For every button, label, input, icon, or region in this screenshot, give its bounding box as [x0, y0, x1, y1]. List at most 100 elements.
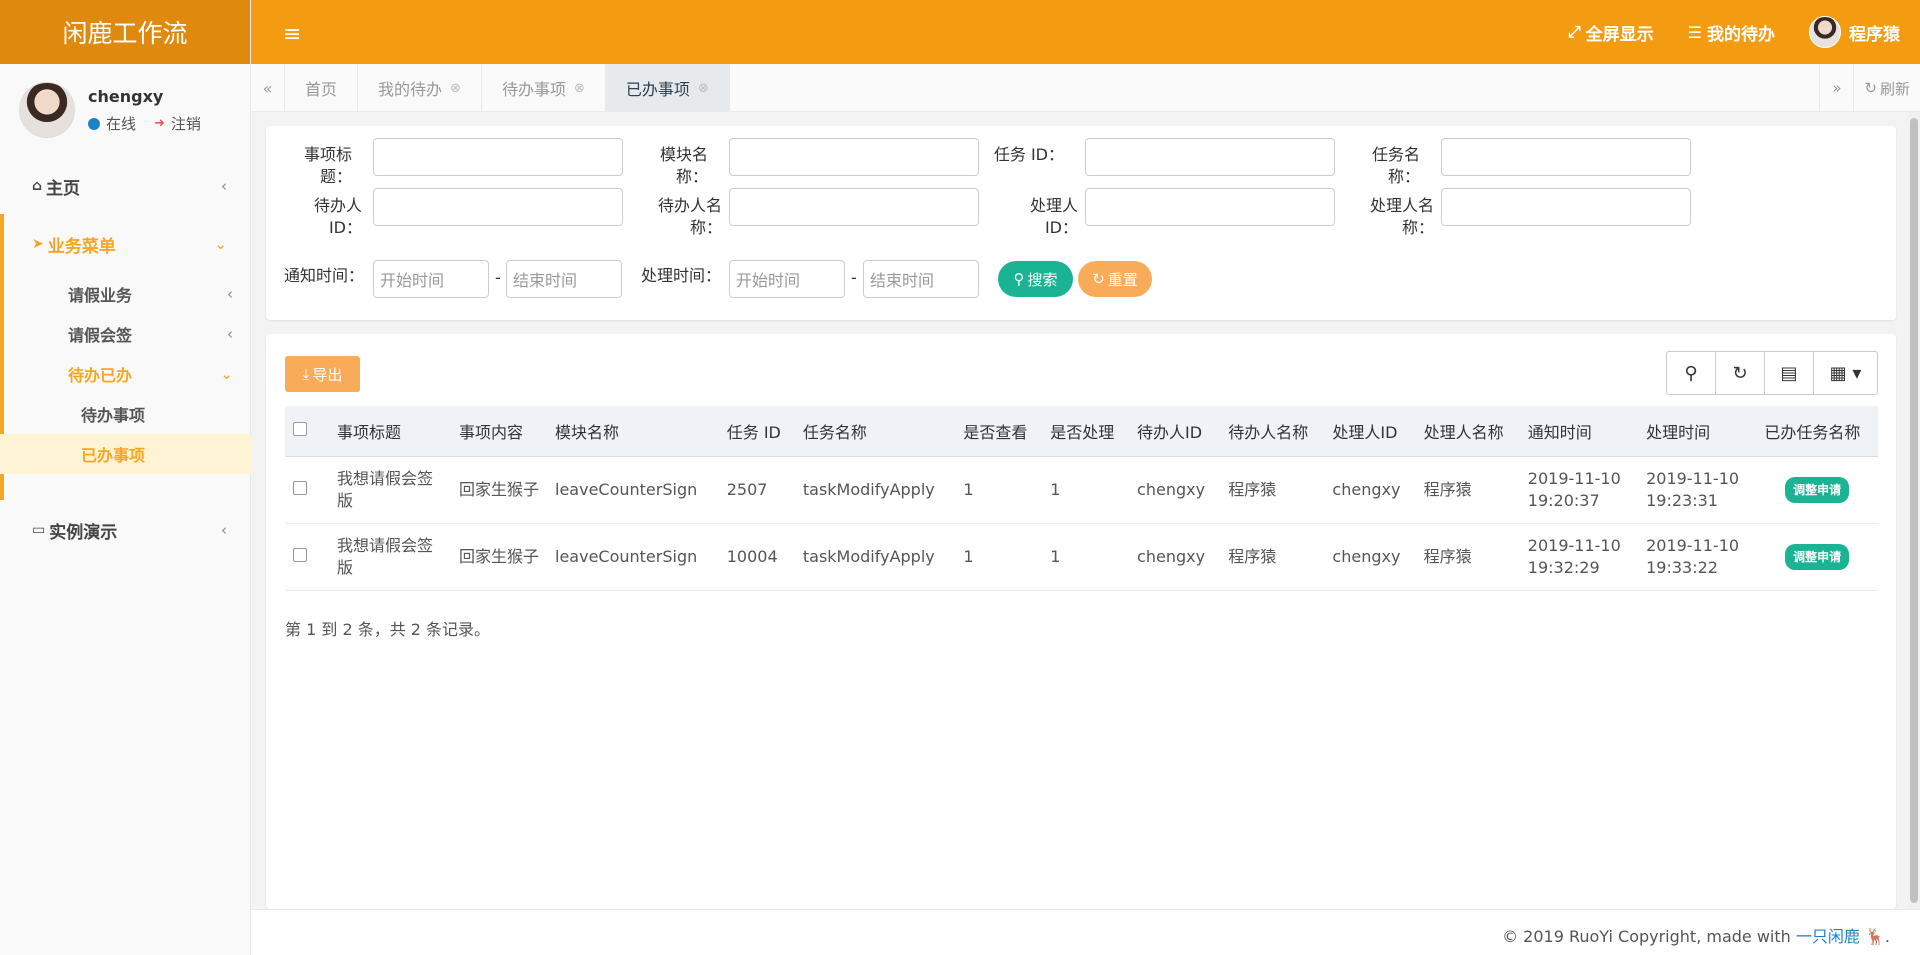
close-icon[interactable]: ⊗	[450, 81, 461, 96]
sidebar-item-label: 实例演示	[49, 522, 118, 543]
tab-scroll-right-icon[interactable]: »	[1819, 64, 1853, 112]
handler-id-input[interactable]	[1085, 188, 1335, 226]
sidebar-item-leave-countersign[interactable]: 请假会签 ‹	[0, 314, 251, 354]
tab-scroll-left-icon[interactable]: «	[251, 64, 285, 112]
tab-label: 待办事项	[501, 80, 566, 99]
sidebar-item-label: 请假业务	[68, 286, 133, 305]
sidebar-item-todo-items[interactable]: 待办事项	[0, 394, 251, 434]
range-dash: -	[495, 268, 501, 287]
reset-button[interactable]: ↻ 重置	[1078, 261, 1152, 297]
module-input[interactable]	[729, 138, 979, 176]
column-header[interactable]: 通知时间	[1519, 406, 1639, 457]
task-name-input[interactable]	[1441, 138, 1691, 176]
handle-start-input[interactable]: 开始时间	[729, 260, 845, 298]
expand-icon: ⤢	[1567, 22, 1581, 41]
search-button-label: 搜索	[1027, 270, 1058, 289]
page-scrollbar[interactable]	[1908, 112, 1920, 909]
select-all-checkbox[interactable]	[293, 422, 307, 437]
tab-label: 我的待办	[378, 80, 443, 99]
logout-icon[interactable]: ➜	[154, 116, 165, 131]
row-checkbox[interactable]	[293, 547, 307, 562]
fullscreen-button[interactable]: ⤢ 全屏显示	[1568, 20, 1654, 45]
tab-label: 首页	[305, 80, 338, 99]
refresh-table-button[interactable]: ↻	[1716, 352, 1765, 394]
handle-end-input[interactable]: 结束时间	[863, 260, 979, 298]
tab-todo-items[interactable]: 待办事项 ⊗	[482, 64, 606, 112]
toggle-view-button[interactable]: ▤	[1765, 352, 1814, 394]
label-line: 称：	[689, 218, 722, 237]
deer-icon: 🦌	[1864, 927, 1885, 946]
footer-link[interactable]: 一只闲鹿	[1796, 927, 1860, 946]
notify-end-input[interactable]: 结束时间	[506, 260, 622, 298]
pagination-summary: 第 1 到 2 条，共 2 条记录。	[285, 620, 491, 639]
sidebar-item-todo-done[interactable]: 待办已办 ⌄	[0, 354, 251, 394]
close-icon[interactable]: ⊗	[698, 81, 709, 96]
toggle-search-button[interactable]: ⚲	[1667, 352, 1716, 394]
row-select-cell	[285, 523, 329, 591]
footer: © 2019 RuoYi Copyright, made with 一只闲鹿 🦌…	[251, 909, 1920, 955]
desktop-icon: ▭	[32, 522, 46, 538]
app-logo[interactable]: 闲鹿工作流	[0, 0, 250, 64]
column-header[interactable]: 任务名称	[794, 406, 956, 457]
column-header[interactable]: 是否查看	[955, 406, 1043, 457]
column-header[interactable]: 任务 ID	[718, 406, 795, 457]
column-header[interactable]: 处理人ID	[1324, 406, 1416, 457]
status-badge: 调整申请	[1785, 476, 1850, 503]
sidebar-item-home[interactable]: ⌂ 主页 ‹	[0, 164, 251, 208]
notify-start-input[interactable]: 开始时间	[373, 260, 489, 298]
chevron-left-icon: ‹	[227, 285, 233, 303]
cell-todo-user-id: chengxy	[1129, 523, 1221, 591]
user-menu[interactable]: 程序猿	[1809, 16, 1900, 48]
cell-handler-id: chengxy	[1324, 456, 1416, 524]
chevron-left-icon: ‹	[221, 177, 227, 195]
title-input[interactable]	[373, 138, 623, 176]
paper-plane-icon: ➤	[32, 236, 44, 252]
row-checkbox[interactable]	[293, 480, 307, 495]
column-header[interactable]: 是否处理	[1042, 406, 1130, 457]
column-header[interactable]: 处理时间	[1638, 406, 1757, 457]
column-header[interactable]: 事项内容	[451, 406, 547, 457]
home-icon: ⌂	[32, 178, 43, 194]
label-line: 处理人名	[1369, 196, 1434, 215]
column-header[interactable]: 待办人ID	[1129, 406, 1221, 457]
column-header[interactable]: 处理人名称	[1415, 406, 1520, 457]
sidebar-item-leave[interactable]: 请假业务 ‹	[0, 274, 251, 314]
refresh-button[interactable]: ↻ 刷新	[1853, 64, 1920, 112]
tab-done-items[interactable]: 已办事项 ⊗	[605, 64, 730, 112]
cell-handler-name: 程序猿	[1415, 456, 1520, 524]
column-header[interactable]: 待办人名称	[1220, 406, 1325, 457]
handler-name-input[interactable]	[1441, 188, 1691, 226]
column-header[interactable]: 已办任务名称	[1756, 406, 1878, 457]
todo-user-name-input[interactable]	[729, 188, 979, 226]
list-icon: ☰	[1687, 22, 1702, 42]
table-row[interactable]: 我想请假会签版 回家生猴子 leaveCounterSign 2507 task…	[285, 456, 1878, 524]
logout-link[interactable]: 注销	[171, 113, 201, 134]
row-select-cell	[285, 456, 329, 524]
menu-toggle-icon[interactable]: ≡	[283, 22, 301, 47]
todo-user-id-input[interactable]	[373, 188, 623, 226]
cell-todo-user-name: 程序猿	[1220, 456, 1325, 524]
cell-task-name: taskModifyApply	[794, 456, 956, 524]
tab-home[interactable]: 首页	[285, 64, 359, 112]
handler-name-label: 处理人名 称：	[1344, 195, 1434, 239]
my-todo-button[interactable]: ☰ 我的待办	[1688, 20, 1775, 45]
tab-my-todo[interactable]: 我的待办 ⊗	[358, 64, 482, 112]
search-button[interactable]: ⚲ 搜索	[998, 261, 1073, 297]
task-id-input[interactable]	[1085, 138, 1335, 176]
export-button[interactable]: ⤓ 导出	[285, 356, 360, 392]
columns-dropdown-button[interactable]: ▦ ▾	[1814, 352, 1877, 394]
table-row[interactable]: 我想请假会签版 回家生猴子 leaveCounterSign 10004 tas…	[285, 523, 1878, 591]
handle-time-label: 处理时间：	[641, 266, 722, 285]
cell-handler-name: 程序猿	[1415, 523, 1520, 591]
close-icon[interactable]: ⊗	[574, 81, 585, 96]
fullscreen-label: 全屏显示	[1585, 24, 1654, 45]
cell-module: leaveCounterSign	[547, 523, 719, 591]
column-header[interactable]: 模块名称	[547, 406, 719, 457]
sidebar-item-demo[interactable]: ▭ 实例演示 ‹	[0, 508, 251, 552]
search-icon: ⚲	[1684, 362, 1698, 384]
avatar[interactable]	[19, 82, 75, 138]
sidebar-item-business-menu[interactable]: ➤ 业务菜单 ⌄	[0, 222, 251, 266]
scrollbar-thumb[interactable]	[1910, 118, 1918, 903]
sidebar-item-done-items[interactable]: 已办事项	[0, 434, 251, 474]
column-header[interactable]: 事项标题	[329, 406, 451, 457]
